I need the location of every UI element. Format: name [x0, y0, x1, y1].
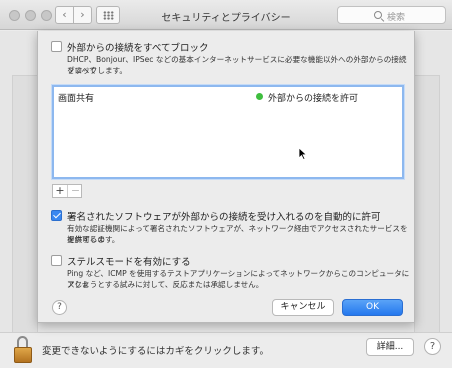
- firewall-options-sheet: 外部からの接続をすべてブロック DHCP、Bonjour、IPSec などの基本…: [37, 31, 415, 323]
- chevron-right-icon: ›: [80, 8, 85, 21]
- add-remove-control: + −: [52, 184, 82, 198]
- chevron-left-icon: ‹: [62, 8, 67, 21]
- help-button[interactable]: ?: [424, 338, 441, 355]
- search-icon: [374, 11, 382, 19]
- minimize-window-button[interactable]: [25, 10, 36, 21]
- grid-icon: [103, 11, 114, 20]
- lock-button[interactable]: [14, 336, 32, 364]
- search-placeholder: 検索: [387, 13, 406, 23]
- stealth-mode-checkbox[interactable]: [51, 255, 62, 266]
- search-field[interactable]: 検索: [337, 6, 446, 24]
- signed-software-checkbox[interactable]: [51, 210, 62, 221]
- remove-app-button[interactable]: −: [68, 185, 83, 197]
- lock-body: [14, 347, 32, 363]
- zoom-window-button[interactable]: [41, 10, 52, 21]
- add-app-button[interactable]: +: [53, 185, 68, 197]
- background-panel-right: [414, 75, 440, 335]
- cancel-button[interactable]: キャンセル: [272, 299, 334, 316]
- service-status[interactable]: 外部からの接続を許可: [268, 91, 358, 104]
- background-panel-left: [12, 75, 38, 335]
- block-all-label[interactable]: 外部からの接続をすべてブロック: [67, 40, 208, 54]
- services-list[interactable]: 画面共有 外部からの接続を許可: [52, 85, 404, 179]
- ok-button[interactable]: OK: [342, 299, 403, 316]
- stealth-mode-label[interactable]: ステルスモードを有効にする: [67, 254, 191, 268]
- close-window-button[interactable]: [9, 10, 20, 21]
- sheet-help-button[interactable]: ?: [52, 300, 67, 315]
- forward-button[interactable]: ›: [73, 6, 92, 24]
- status-dot-icon: [256, 93, 263, 100]
- title-bar: ‹ › セキュリティとプライバシー 検索: [0, 0, 452, 30]
- details-button[interactable]: 詳細...: [366, 338, 414, 356]
- stealth-mode-description-2: スしようとする試みに対して、反応または承認しません。: [67, 280, 264, 289]
- signed-software-description-2: を許可します。: [67, 235, 120, 244]
- back-button[interactable]: ‹: [55, 6, 74, 24]
- mouse-pointer-icon: [298, 147, 307, 160]
- block-all-description-2: ブロックします。: [67, 66, 127, 75]
- service-name: 画面共有: [58, 94, 95, 104]
- lock-hint-text: 変更できないようにするにはカギをクリックします。: [42, 346, 269, 357]
- block-all-checkbox[interactable]: [51, 41, 62, 52]
- signed-software-label[interactable]: 署名されたソフトウェアが外部からの接続を受け入れるのを自動的に許可: [67, 209, 381, 223]
- show-all-button[interactable]: [96, 6, 120, 24]
